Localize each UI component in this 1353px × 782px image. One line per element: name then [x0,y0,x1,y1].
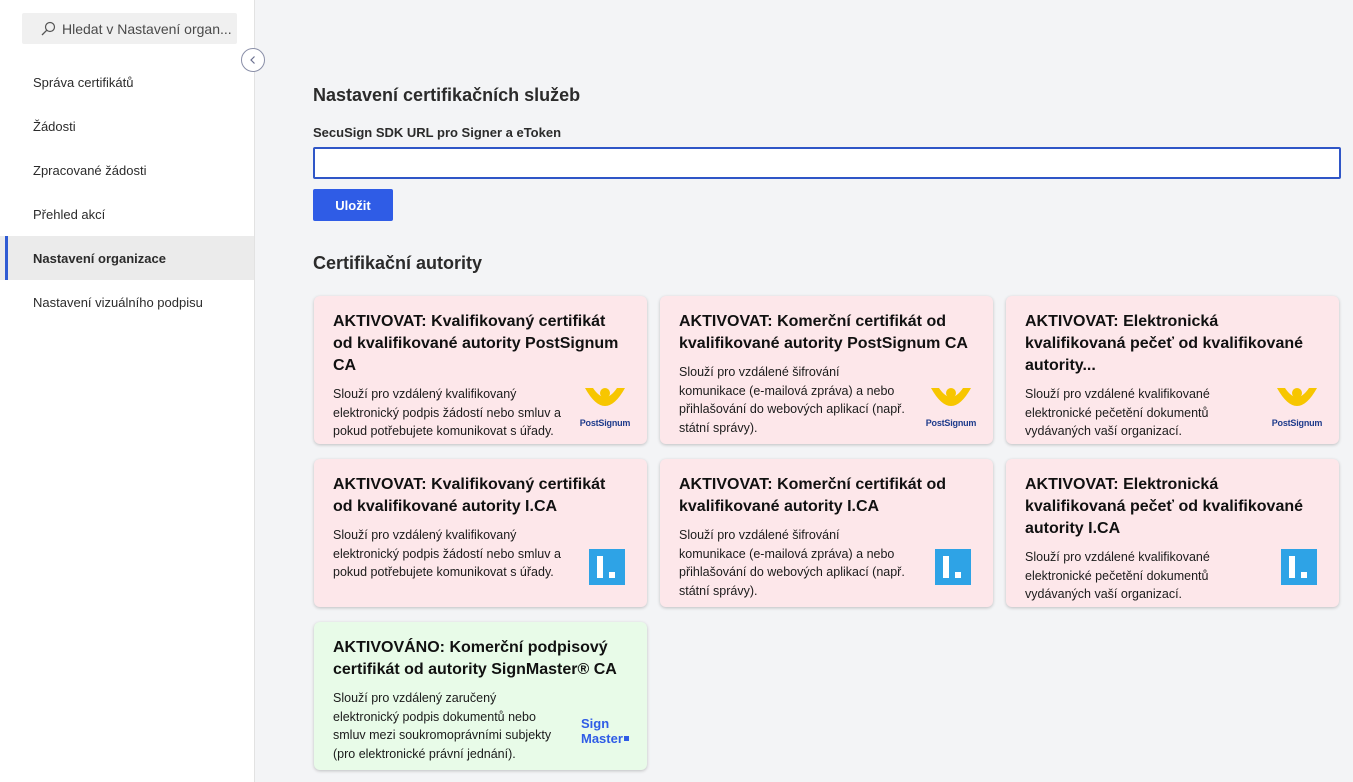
search-box[interactable] [22,13,237,44]
sidebar-item-zadosti[interactable]: Žádosti [0,104,254,148]
sidebar: Správa certifikátů Žádosti Zpracované žá… [0,0,255,782]
logo-text: PostSignum [1271,418,1323,428]
card-title: AKTIVOVÁNO: Komerční podpisový certifiká… [333,639,617,678]
save-button[interactable]: Uložit [313,189,393,221]
sdk-url-input[interactable] [313,147,1341,179]
authority-card[interactable]: AKTIVOVAT: Kvalifikovaný certifikát od k… [314,459,647,607]
ica-logo [589,549,625,590]
sidebar-item-label: Žádosti [33,118,76,134]
postsignum-logo: PostSignum [925,384,977,428]
sidebar-item-label: Správa certifikátů [33,74,134,90]
card-description: Slouží pro vzdálené šifrování komunikace… [679,528,905,598]
card-description: Slouží pro vzdálený kvalifikovaný elektr… [333,387,561,438]
card-title: AKTIVOVAT: Elektronická kvalifikovaná pe… [1025,313,1304,374]
sidebar-nav: Správa certifikátů Žádosti Zpracované žá… [0,60,254,324]
collapse-sidebar-button[interactable] [241,48,265,72]
ica-logo [935,549,971,590]
search-icon [41,21,56,35]
postsignum-logo: PostSignum [579,384,631,428]
search-input[interactable] [62,20,232,37]
sidebar-item-label: Nastavení vizuálního podpisu [33,294,203,310]
card-title: AKTIVOVAT: Kvalifikovaný certifikát od k… [333,476,606,515]
card-description: Slouží pro vzdálené šifrování komunikace… [679,365,905,435]
card-title: AKTIVOVAT: Komerční certifikát od kvalif… [679,313,968,352]
sidebar-item-prehled-akci[interactable]: Přehled akcí [0,192,254,236]
url-field-label: SecuSign SDK URL pro Signer a eToken [313,125,562,140]
card-description: Slouží pro vzdálený kvalifikovaný elektr… [333,528,561,579]
sidebar-item-nastaveni-vizualniho-podpisu[interactable]: Nastavení vizuálního podpisu [0,280,254,324]
sidebar-item-label: Zpracované žádosti [33,162,147,178]
card-title: AKTIVOVAT: Komerční certifikát od kvalif… [679,476,946,515]
card-description: Slouží pro vzdálený zaručený elektronick… [333,691,552,761]
logo-text: PostSignum [579,418,631,428]
card-description: Slouží pro vzdálené kvalifikované elektr… [1025,550,1210,601]
signmaster-logo: Sign Master [581,716,631,746]
authority-card[interactable]: AKTIVOVAT: Elektronická kvalifikovaná pe… [1006,459,1339,607]
logo-text: Master [581,731,623,746]
authority-card[interactable]: AKTIVOVAT: Komerční certifikát od kvalif… [660,296,993,444]
chevron-left-icon [250,56,255,64]
sidebar-item-sprava-certifikatu[interactable]: Správa certifikátů [0,60,254,104]
authority-card[interactable]: AKTIVOVAT: Kvalifikovaný certifikát od k… [314,296,647,444]
card-description: Slouží pro vzdálené kvalifikované elektr… [1025,387,1210,438]
sidebar-item-zpracovane-zadosti[interactable]: Zpracované žádosti [0,148,254,192]
logo-text: PostSignum [925,418,977,428]
card-title: AKTIVOVAT: Kvalifikovaný certifikát od k… [333,313,619,374]
ica-logo [1281,549,1317,590]
authorities-title: Certifikační autority [313,253,483,273]
sidebar-item-nastaveni-organizace[interactable]: Nastavení organizace [0,236,254,280]
sidebar-item-label: Přehled akcí [33,206,106,222]
authority-card[interactable]: AKTIVOVAT: Komerční certifikát od kvalif… [660,459,993,607]
card-title: AKTIVOVAT: Elektronická kvalifikovaná pe… [1025,476,1304,537]
authority-card-active[interactable]: AKTIVOVÁNO: Komerční podpisový certifiká… [314,622,647,770]
sidebar-item-label: Nastavení organizace [33,250,166,266]
logo-text: Sign [581,716,610,731]
services-title: Nastavení certifikačních služeb [313,85,581,105]
postsignum-logo: PostSignum [1271,384,1323,428]
authority-card[interactable]: AKTIVOVAT: Elektronická kvalifikovaná pe… [1006,296,1339,444]
